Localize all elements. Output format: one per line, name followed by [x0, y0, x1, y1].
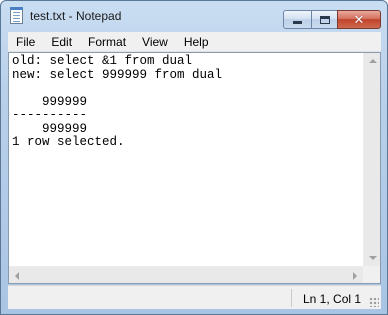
minimize-button[interactable]	[283, 10, 311, 29]
status-bar: Ln 1, Col 1	[8, 285, 381, 309]
close-button[interactable]: ✕	[337, 10, 381, 29]
scrollbar-corner	[363, 266, 380, 283]
menu-format[interactable]: Format	[80, 35, 134, 49]
menu-edit[interactable]: Edit	[43, 35, 80, 49]
scroll-down-icon[interactable]	[369, 256, 377, 260]
close-icon: ✕	[353, 12, 365, 27]
menu-bar: File Edit Format View Help	[8, 32, 381, 52]
caption-buttons: ✕	[283, 10, 381, 29]
status-divider	[291, 289, 292, 307]
minimize-icon	[293, 21, 302, 24]
scroll-right-icon[interactable]	[353, 272, 357, 280]
menu-help[interactable]: Help	[176, 35, 217, 49]
maximize-icon	[319, 15, 330, 24]
cursor-position: Ln 1, Col 1	[303, 292, 362, 306]
menu-view[interactable]: View	[134, 35, 176, 49]
notepad-window: test.txt - Notepad ✕ File Edit Format Vi…	[0, 0, 388, 315]
vertical-scrollbar[interactable]	[363, 53, 380, 266]
title-bar[interactable]: test.txt - Notepad ✕	[1, 1, 387, 31]
notepad-icon[interactable]	[10, 7, 23, 24]
menu-file[interactable]: File	[8, 35, 43, 49]
resize-grip-icon[interactable]	[369, 297, 379, 307]
scroll-left-icon[interactable]	[15, 272, 19, 280]
scroll-up-icon[interactable]	[369, 59, 377, 63]
text-content[interactable]: old: select &1 from dual new: select 999…	[12, 54, 361, 263]
horizontal-scrollbar[interactable]	[9, 266, 363, 283]
editor-area: old: select &1 from dual new: select 999…	[8, 52, 381, 284]
maximize-button[interactable]	[311, 10, 337, 29]
window-title: test.txt - Notepad	[30, 9, 122, 23]
